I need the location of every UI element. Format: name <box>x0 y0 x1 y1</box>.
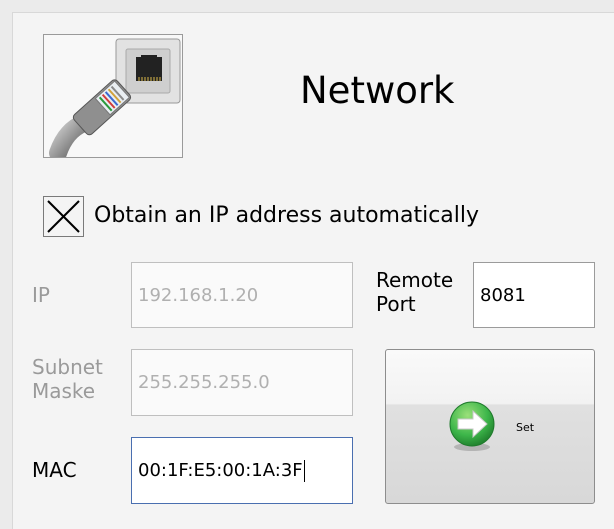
right-arrow-icon <box>449 401 495 451</box>
remote-port-label-line1: Remote <box>376 268 454 292</box>
subnet-label-line2: Maske <box>32 379 96 403</box>
subnet-value: 255.255.255.0 <box>138 372 270 393</box>
ip-input[interactable]: 192.168.1.20 <box>131 262 353 328</box>
ip-value: 192.168.1.20 <box>138 284 259 306</box>
set-label: Set <box>516 421 535 434</box>
dhcp-checkbox[interactable] <box>43 196 84 237</box>
mac-input[interactable]: 00:1F:E5:00:1A:3F <box>131 437 353 504</box>
mac-label: MAC <box>32 458 77 482</box>
subnet-label-line1: Subnet <box>32 355 103 379</box>
subnet-input[interactable]: 255.255.255.0 <box>131 349 353 416</box>
ip-label: IP <box>32 283 50 307</box>
set-button[interactable]: Set <box>385 349 595 504</box>
dhcp-label: Obtain an IP address automatically <box>94 203 480 228</box>
mac-value: 00:1F:E5:00:1A:3F <box>138 460 303 481</box>
checkmark-x-icon <box>47 200 80 233</box>
subnet-label: Subnet Maske <box>32 355 103 403</box>
remote-port-input[interactable]: 8081 <box>473 262 595 328</box>
network-cable-icon <box>43 34 183 162</box>
remote-port-value: 8081 <box>480 284 526 306</box>
text-caret <box>303 459 305 482</box>
remote-port-label-line2: Port <box>376 292 416 316</box>
remote-port-label: Remote Port <box>376 268 453 316</box>
page-title: Network <box>300 69 455 112</box>
